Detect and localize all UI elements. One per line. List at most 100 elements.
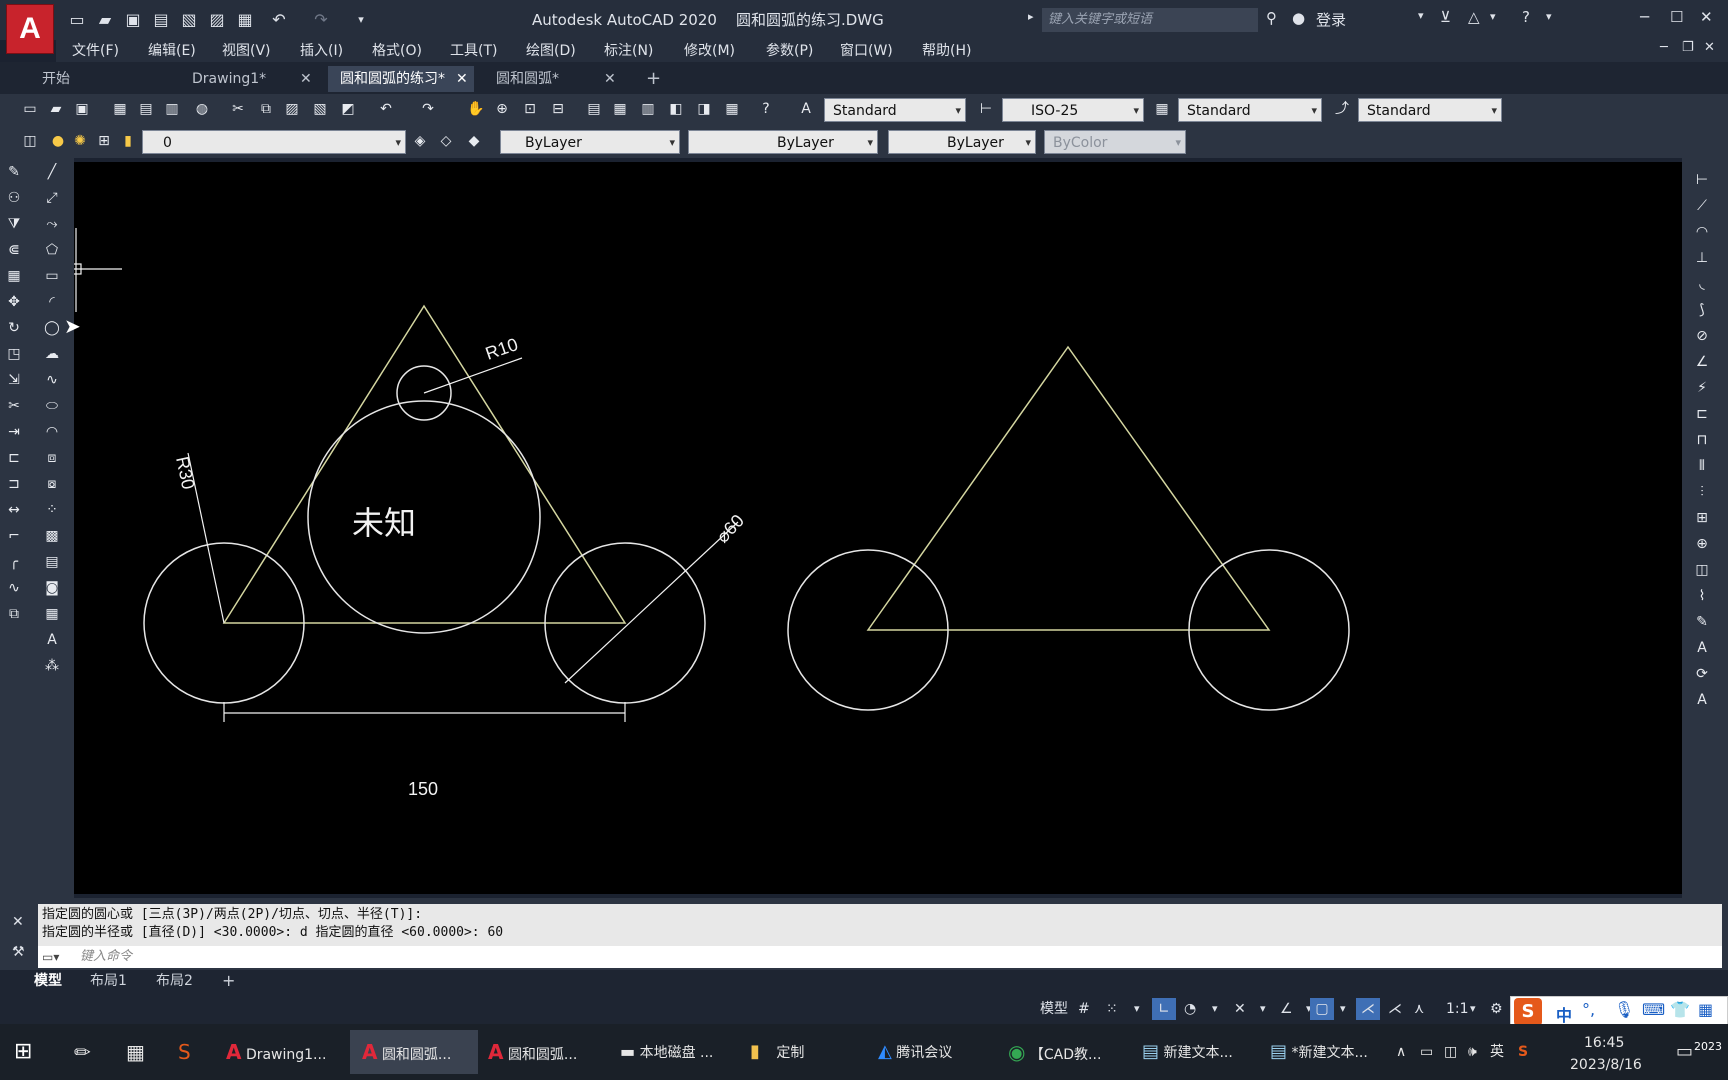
polar-icon[interactable]: ◔: [1184, 998, 1196, 1020]
publish-icon[interactable]: ▥: [162, 99, 182, 119]
a360-dropdown-icon[interactable]: ▾: [1490, 10, 1496, 23]
erase-icon[interactable]: ✎: [4, 162, 24, 182]
maximize-icon[interactable]: ☐: [1670, 8, 1683, 26]
make-current-layer-icon[interactable]: ◈: [410, 131, 430, 151]
sheet-set-icon[interactable]: ◧: [666, 99, 686, 119]
help-icon[interactable]: ?: [756, 99, 776, 119]
text-style-combo[interactable]: Standard ▾: [824, 98, 966, 122]
tray-lang[interactable]: 英: [1490, 1030, 1504, 1074]
application-menu-button[interactable]: A: [6, 4, 54, 54]
quick-dim-icon[interactable]: ⚡: [1692, 378, 1712, 398]
customize-dropdown-icon[interactable]: ▾: [350, 10, 372, 30]
circle-icon[interactable]: ◯: [42, 318, 62, 338]
annotation-scale-value[interactable]: 1:1: [1446, 998, 1469, 1020]
jogged-dim-icon[interactable]: ⟆: [1692, 300, 1712, 320]
grid-icon[interactable]: #: [1078, 998, 1090, 1020]
command-input[interactable]: 键入命令: [38, 946, 1722, 968]
tray-sogou-icon[interactable]: S: [1518, 1030, 1528, 1074]
taskbar-item-drawing1[interactable]: A Drawing1...: [226, 1030, 346, 1074]
ime-punct-icon[interactable]: °,: [1582, 1000, 1595, 1019]
minimize-icon[interactable]: ─: [1640, 8, 1649, 26]
text-style-icon[interactable]: A: [796, 99, 816, 119]
menu-dimension[interactable]: 标注(N): [604, 40, 653, 60]
color-combo[interactable]: ByLayer ▾: [500, 130, 680, 154]
construction-line-icon[interactable]: ⤢: [42, 188, 62, 208]
zoom-realtime-icon[interactable]: ⊕: [492, 99, 512, 119]
rotate-icon[interactable]: ↻: [4, 318, 24, 338]
zoom-previous-icon[interactable]: ⊟: [548, 99, 568, 119]
doc-minimize-icon[interactable]: ─: [1660, 40, 1668, 55]
dim-style-combo[interactable]: ISO-25 ▾: [1002, 98, 1144, 122]
export-icon[interactable]: ▨: [206, 10, 228, 30]
tab-model[interactable]: 模型: [34, 972, 62, 990]
scale-dropdown-icon[interactable]: ▾: [1470, 998, 1476, 1020]
qnew-icon[interactable]: ▭: [20, 99, 40, 119]
taskbar-item-new-text[interactable]: ▤ 新建文本...: [1142, 1030, 1262, 1074]
tab-layout1[interactable]: 布局1: [90, 972, 127, 990]
ime-mic-icon[interactable]: 🎙: [1614, 1000, 1634, 1019]
windows-start-icon[interactable]: ⊞: [14, 1030, 32, 1074]
menu-insert[interactable]: 插入(I): [300, 40, 343, 60]
save-icon[interactable]: ▣: [122, 10, 144, 30]
cart-icon[interactable]: ⊻: [1440, 8, 1451, 26]
ime-keyboard-icon[interactable]: ⌨: [1642, 1000, 1665, 1019]
sogou-app-icon[interactable]: S: [178, 1030, 191, 1074]
markup-icon[interactable]: ◨: [694, 99, 714, 119]
notifications-icon[interactable]: ▭: [1676, 1030, 1693, 1074]
diameter-dim-icon[interactable]: ⊘: [1692, 326, 1712, 346]
hatch-icon[interactable]: ▩: [42, 526, 62, 546]
mleader-style-combo[interactable]: Standard ▾: [1358, 98, 1502, 122]
add-selected-icon[interactable]: ⁂: [42, 656, 62, 676]
copy-icon[interactable]: ⧉: [256, 99, 276, 119]
layer-combo[interactable]: 0 ▾: [142, 130, 406, 154]
table-icon[interactable]: ▦: [42, 604, 62, 624]
tab-start[interactable]: 开始: [30, 66, 180, 92]
redo-icon[interactable]: ↷: [310, 10, 332, 30]
rectangle-icon[interactable]: ▭: [42, 266, 62, 286]
menu-edit[interactable]: 编辑(E): [148, 40, 196, 60]
calculator-icon[interactable]: ▦: [722, 99, 742, 119]
dim-space-icon[interactable]: ⫴: [1692, 456, 1712, 476]
arc-length-icon[interactable]: ◠: [1692, 222, 1712, 242]
redo-icon[interactable]: ↷: [418, 99, 438, 119]
model-space-button[interactable]: 模型: [1040, 998, 1068, 1020]
tool-palettes-icon[interactable]: ▥: [638, 99, 658, 119]
3d-dwf-icon[interactable]: ◍: [192, 99, 212, 119]
array-icon[interactable]: ▦: [4, 266, 24, 286]
command-customize-icon[interactable]: ⚒: [12, 944, 25, 960]
block-editor-icon[interactable]: ◩: [338, 99, 358, 119]
new-tab-plus-icon[interactable]: +: [646, 66, 661, 92]
pencil-app-icon[interactable]: ✏: [74, 1030, 91, 1074]
workspace-gear-icon[interactable]: ⚙: [1490, 998, 1503, 1020]
lineweight-combo[interactable]: ByLayer ▾: [888, 130, 1036, 154]
explode-icon[interactable]: ⧉: [4, 604, 24, 624]
mirror-icon[interactable]: ⧩: [4, 214, 24, 234]
menu-parametric[interactable]: 参数(P): [766, 40, 813, 60]
isodraft-icon[interactable]: ✕: [1234, 998, 1246, 1020]
region-icon[interactable]: ◙: [42, 578, 62, 598]
arc-icon[interactable]: ◜: [42, 292, 62, 312]
multiline-text-icon[interactable]: A: [42, 630, 62, 650]
sogou-logo-icon[interactable]: S: [1514, 998, 1542, 1026]
menu-help[interactable]: 帮助(H): [922, 40, 971, 60]
copy-object-icon[interactable]: ⚇: [4, 188, 24, 208]
ellipse-icon[interactable]: ⬭: [42, 396, 62, 416]
open-folder-icon[interactable]: ▰: [94, 10, 116, 30]
layer-manager-icon[interactable]: ◫: [20, 131, 40, 151]
tray-display-icon[interactable]: ▭: [1420, 1030, 1433, 1074]
menu-window[interactable]: 窗口(W): [840, 40, 893, 60]
point-icon[interactable]: ⁘: [42, 500, 62, 520]
tray-volume-icon[interactable]: 🕪: [1468, 1030, 1477, 1074]
menu-tools[interactable]: 工具(T): [450, 40, 497, 60]
snap-dropdown-icon[interactable]: ▾: [1134, 998, 1140, 1020]
undo-icon[interactable]: ↶: [268, 10, 290, 30]
search-input[interactable]: 键入关键字或短语: [1042, 8, 1258, 32]
menu-file[interactable]: 文件(F): [72, 40, 119, 60]
inspection-icon[interactable]: ◫: [1692, 560, 1712, 580]
search-expand-icon[interactable]: ▸: [1028, 10, 1034, 23]
menu-draw[interactable]: 绘图(D): [526, 40, 576, 60]
help-dropdown-icon[interactable]: ▾: [1546, 10, 1552, 23]
calculator-app-icon[interactable]: ▦: [126, 1030, 145, 1074]
properties-icon[interactable]: ▤: [584, 99, 604, 119]
taskbar-item-local-disk[interactable]: ▬ 本地磁盘 ...: [620, 1030, 740, 1074]
